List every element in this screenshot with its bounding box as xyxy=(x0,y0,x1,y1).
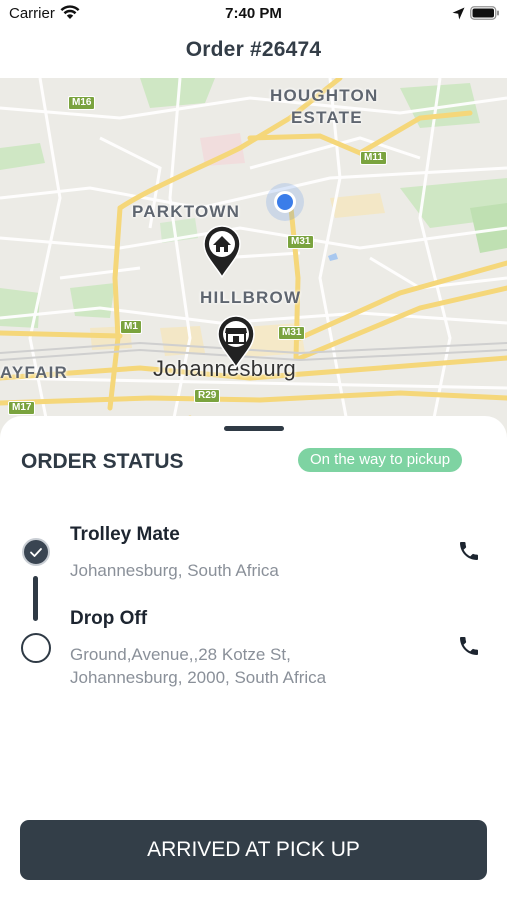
route-badge: R29 xyxy=(194,389,221,403)
map-tiles xyxy=(0,78,507,438)
map-label-parktown: PARKTOWN xyxy=(132,202,241,221)
battery-icon xyxy=(470,6,499,20)
pickup-stop-address: Johannesburg, South Africa xyxy=(70,561,279,580)
route-badge: M17 xyxy=(8,401,36,415)
map-label-ayfair: AYFAIR xyxy=(0,363,68,382)
arrived-at-pickup-button[interactable]: ARRIVED AT PICK UP xyxy=(20,820,487,880)
map-view[interactable]: HOUGHTON ESTATE PARKTOWN HILLBROW AYFAIR… xyxy=(0,78,507,438)
timeline-connector xyxy=(33,576,38,621)
route-badge: M16 xyxy=(68,96,96,110)
dropoff-stop-address-line2: Johannesburg, 2000, South Africa xyxy=(70,668,327,687)
clock-time: 7:40 PM xyxy=(225,5,282,22)
pickup-stop-name: Trolley Mate xyxy=(70,524,180,545)
page-title: Order #26474 xyxy=(185,38,322,61)
map-label-hillbrow: HILLBROW xyxy=(200,288,302,307)
route-badge: M1 xyxy=(120,320,142,334)
store-pin-icon[interactable] xyxy=(216,314,256,369)
call-pickup-phone-icon[interactable] xyxy=(457,539,481,563)
order-status-title: ORDER STATUS xyxy=(21,450,184,473)
home-pin-icon[interactable] xyxy=(202,224,242,279)
status-bar: Carrier 7:40 PM xyxy=(0,0,507,28)
order-status-sheet: ORDER STATUS On the way to pickup Trolle… xyxy=(0,416,507,900)
status-badge: On the way to pickup xyxy=(298,448,463,472)
sheet-drag-handle[interactable] xyxy=(224,426,284,431)
current-location-dot xyxy=(274,191,296,213)
map-label-houghton: HOUGHTON xyxy=(270,86,379,105)
dropoff-stop-name: Drop Off xyxy=(70,608,148,629)
call-dropoff-phone-icon[interactable] xyxy=(457,634,481,658)
route-badge: M11 xyxy=(360,151,387,165)
check-icon xyxy=(30,548,42,557)
route-badge: M31 xyxy=(278,326,306,340)
route-badge: M31 xyxy=(287,235,315,249)
step-pending-icon xyxy=(21,633,51,663)
location-arrow-icon xyxy=(452,7,465,20)
step-completed-icon xyxy=(22,538,50,566)
dropoff-stop-address-line1: Ground,Avenue,,28 Kotze St, xyxy=(70,645,291,664)
map-label-estate: ESTATE xyxy=(291,108,363,127)
